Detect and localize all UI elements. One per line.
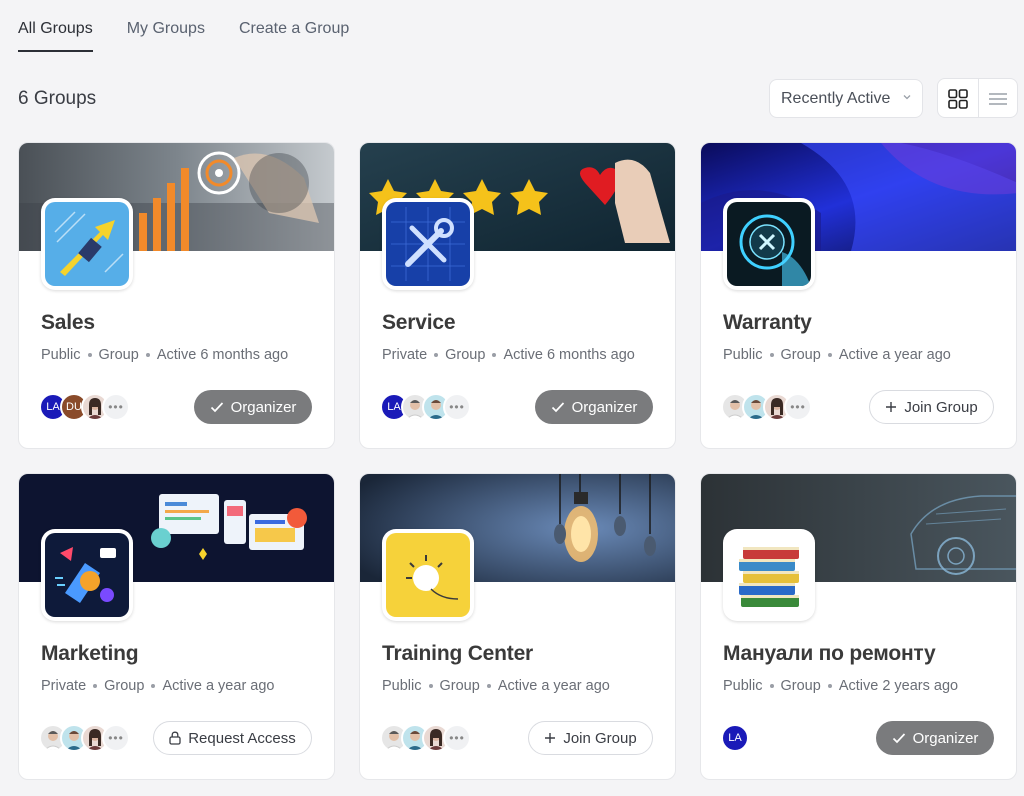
check-icon <box>210 402 223 413</box>
organizer-label: Organizer <box>230 398 297 416</box>
separator-dot <box>827 353 832 357</box>
organizer-label: Organizer <box>571 398 638 416</box>
group-card-marketing[interactable]: Marketing Private Group Active a year ag… <box>18 473 335 780</box>
group-privacy: Public <box>41 347 81 363</box>
member-avatars[interactable]: ••• <box>380 724 471 752</box>
join-group-button[interactable]: Join Group <box>869 390 994 424</box>
more-members: ••• <box>102 393 130 421</box>
separator-dot <box>827 684 832 688</box>
more-members: ••• <box>443 393 471 421</box>
separator-dot <box>486 684 491 688</box>
group-card-training-center[interactable]: Training Center Public Group Active a ye… <box>359 473 676 780</box>
sort-dropdown[interactable]: Recently Active <box>769 79 923 118</box>
group-card-warranty[interactable]: Warranty Public Group Active a year ago … <box>700 142 1017 449</box>
group-title[interactable]: Service <box>382 311 456 335</box>
group-title[interactable]: Sales <box>41 311 95 335</box>
group-privacy: Public <box>723 347 763 363</box>
group-type: Group <box>104 678 145 694</box>
separator-dot <box>769 684 774 688</box>
tab-my-groups[interactable]: My Groups <box>127 0 205 52</box>
member-avatars[interactable]: ••• <box>39 724 130 752</box>
plus-icon <box>886 402 897 412</box>
group-avatar <box>723 198 815 290</box>
group-avatar <box>382 529 474 621</box>
more-members: ••• <box>784 393 812 421</box>
group-avatar <box>723 529 815 621</box>
join-label: Join Group <box>904 398 978 416</box>
organizer-label: Organizer <box>912 729 979 747</box>
separator-dot <box>434 353 439 357</box>
member-avatars[interactable]: LA <box>721 724 749 752</box>
group-count: 6 Groups <box>18 88 97 109</box>
check-icon <box>892 733 905 744</box>
group-activity: Active 6 months ago <box>503 347 635 363</box>
chevron-down-icon <box>903 95 911 100</box>
group-meta: Public Group Active a year ago <box>382 678 610 694</box>
group-card-sales[interactable]: Sales Public Group Active 6 months ago L… <box>18 142 335 449</box>
separator-dot <box>151 684 156 688</box>
sort-selected: Recently Active <box>781 89 891 107</box>
group-type: Group <box>445 347 486 363</box>
group-privacy: Public <box>723 678 763 694</box>
group-card-repair-manuals[interactable]: Мануали по ремонту Public Group Active 2… <box>700 473 1017 780</box>
request-access-button[interactable]: Request Access <box>153 721 312 755</box>
group-activity: Active a year ago <box>838 347 951 363</box>
join-label: Join Group <box>563 729 637 747</box>
group-privacy: Private <box>382 347 428 363</box>
member-avatars[interactable]: ••• <box>721 393 812 421</box>
group-avatar <box>41 529 133 621</box>
group-title[interactable]: Training Center <box>382 642 533 666</box>
separator-dot <box>428 684 433 688</box>
more-members: ••• <box>102 724 130 752</box>
grid-icon <box>947 89 968 109</box>
separator-dot <box>87 353 92 357</box>
tab-all-groups[interactable]: All Groups <box>18 0 93 52</box>
group-meta: Public Group Active 2 years ago <box>723 678 958 694</box>
more-members: ••• <box>443 724 471 752</box>
list-icon <box>988 93 1007 105</box>
separator-dot <box>769 353 774 357</box>
group-activity: Active 6 months ago <box>156 347 289 363</box>
lock-icon <box>169 731 181 745</box>
member-avatar: LA <box>721 724 749 752</box>
separator-dot <box>492 353 497 357</box>
group-activity: Active 2 years ago <box>838 678 959 694</box>
group-meta: Private Group Active 6 months ago <box>382 347 635 363</box>
request-label: Request Access <box>188 729 296 747</box>
group-meta: Private Group Active a year ago <box>41 678 275 694</box>
group-type: Group <box>439 678 480 694</box>
separator-dot <box>93 684 98 688</box>
tab-create-group[interactable]: Create a Group <box>239 0 349 52</box>
group-avatar <box>41 198 133 290</box>
group-avatar <box>382 198 474 290</box>
organizer-button[interactable]: Organizer <box>194 390 312 424</box>
group-type: Group <box>780 347 821 363</box>
group-meta: Public Group Active 6 months ago <box>41 347 288 363</box>
organizer-button[interactable]: Organizer <box>876 721 994 755</box>
group-privacy: Private <box>41 678 87 694</box>
group-title[interactable]: Warranty <box>723 311 812 335</box>
group-meta: Public Group Active a year ago <box>723 347 951 363</box>
group-activity: Active a year ago <box>162 678 275 694</box>
group-type: Group <box>98 347 139 363</box>
plus-icon <box>545 733 556 743</box>
group-tabs: All Groups My Groups Create a Group <box>18 0 349 54</box>
group-title[interactable]: Мануали по ремонту <box>723 642 936 666</box>
list-view-button[interactable] <box>977 79 1018 117</box>
check-icon <box>551 402 564 413</box>
group-privacy: Public <box>382 678 422 694</box>
organizer-button[interactable]: Organizer <box>535 390 653 424</box>
join-group-button[interactable]: Join Group <box>528 721 653 755</box>
group-activity: Active a year ago <box>497 678 610 694</box>
member-avatars[interactable]: LA DU ••• <box>39 393 130 421</box>
group-type: Group <box>780 678 821 694</box>
group-card-service[interactable]: Service Private Group Active 6 months ag… <box>359 142 676 449</box>
grid-view-button[interactable] <box>938 79 978 117</box>
member-avatars[interactable]: LA ••• <box>380 393 471 421</box>
group-title[interactable]: Marketing <box>41 642 139 666</box>
view-toggle <box>937 78 1018 118</box>
separator-dot <box>145 353 150 357</box>
